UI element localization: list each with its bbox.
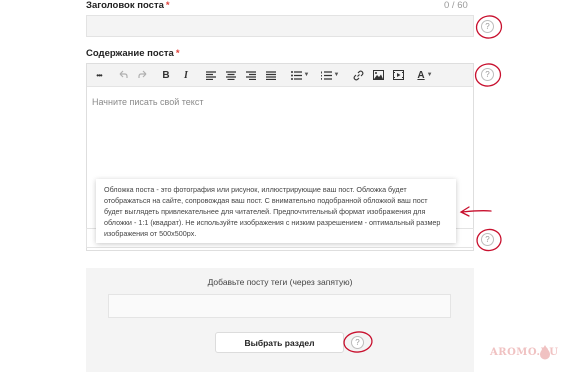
annotation-circle: [475, 15, 503, 39]
annotation-circle: [474, 63, 502, 87]
annotation-arrow: [459, 206, 492, 217]
drop-logo-icon: [540, 345, 550, 360]
annotation-circle: [343, 331, 373, 353]
annotation-layer: [343, 15, 503, 353]
annotation-circle: [476, 228, 502, 252]
